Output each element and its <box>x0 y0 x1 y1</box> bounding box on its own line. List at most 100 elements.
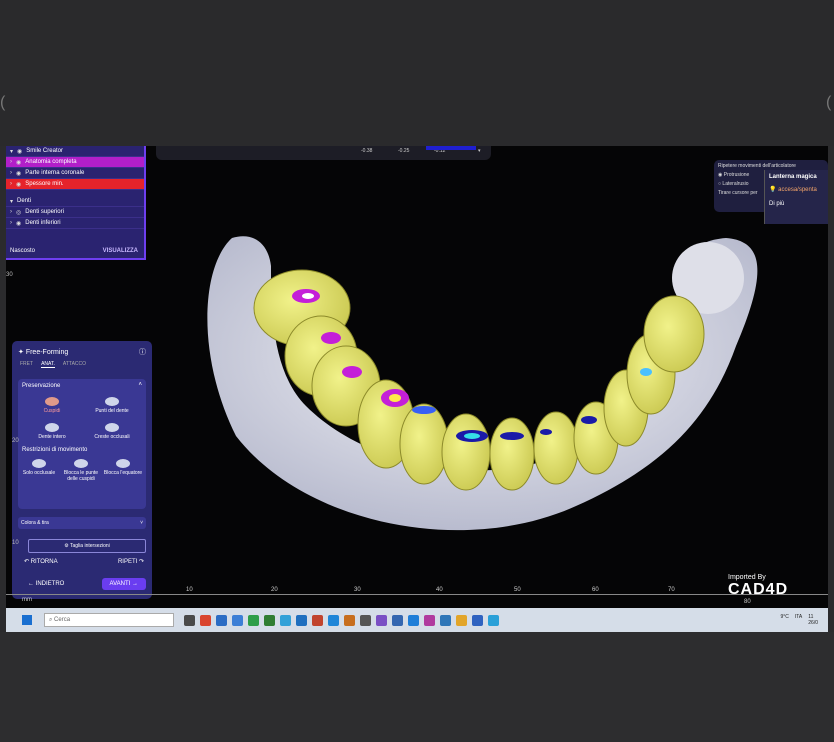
chevron-right-icon: › <box>10 209 12 215</box>
monitor-top <box>0 0 834 146</box>
button-label: INDIETRO <box>35 581 65 587</box>
task-view-icon[interactable] <box>184 614 195 626</box>
scene-item-parte-interna[interactable]: › ◉ Parte interna coronale <box>6 168 144 179</box>
clock[interactable]: 11 26/0 <box>808 614 818 626</box>
app-icon[interactable] <box>360 614 371 626</box>
app-icon[interactable] <box>232 614 243 626</box>
ruler-unit: mm <box>22 597 32 603</box>
ruler-tick: 60 <box>592 587 599 593</box>
app-icon[interactable] <box>488 614 499 626</box>
chevron-up-icon[interactable]: ˄ <box>138 382 142 388</box>
app-icon[interactable] <box>344 614 355 626</box>
browser-icon[interactable] <box>280 614 291 626</box>
eye-icon[interactable]: ◉ <box>16 181 21 188</box>
panel-title: Free-Forming <box>25 349 69 356</box>
articulator-title: Ripetere movimenti dell'articolatore <box>718 163 796 169</box>
app-icon[interactable] <box>440 614 451 626</box>
chevron-down-icon: ▾ <box>10 198 14 205</box>
option-label: Blocca l'equatore <box>103 470 143 476</box>
radio-label: Lateralrusio <box>722 181 749 187</box>
chevron-right-icon: › <box>10 181 12 187</box>
lantern-toggle[interactable]: 💡 accesa/spenta <box>769 186 824 193</box>
radio-label: Protrusione <box>723 172 750 178</box>
wand-icon: ✦ <box>18 349 24 356</box>
restrict-occlusale[interactable]: Solo occlusale <box>18 459 60 476</box>
lock-equator-icon <box>116 459 130 468</box>
scene-item-smile-creator[interactable]: ▾ ◉ Smile Creator <box>6 146 144 157</box>
color-pull-dropdown[interactable]: Colora & tira ˅ <box>18 517 146 529</box>
windows-start-icon[interactable] <box>22 615 32 625</box>
ruler-tick: 70 <box>668 587 675 593</box>
scene-item-anatomia[interactable]: › ◉ Anatomia completa <box>6 157 144 168</box>
scene-item-denti[interactable]: ▾ Denti <box>6 196 144 207</box>
watermark-logo: Imported By CAD4D <box>728 574 788 599</box>
language-indicator[interactable]: ITA <box>795 614 802 626</box>
eye-icon[interactable]: ◉ <box>17 148 22 155</box>
tab-fret[interactable]: FRET <box>20 361 33 368</box>
app-icon[interactable] <box>392 614 403 626</box>
scene-item-spessore[interactable]: › ◉ Spessore min. <box>6 179 144 190</box>
help-icon[interactable]: ⓘ <box>139 347 146 357</box>
bottom-ruler: mm 10 20 30 40 50 60 70 80 <box>6 587 828 608</box>
eye-icon[interactable]: ◉ <box>16 220 21 227</box>
app-icon[interactable] <box>376 614 387 626</box>
restrict-punte[interactable]: Blocca le punte delle cuspidi <box>60 459 102 482</box>
option-label: Creste occlusali <box>94 434 130 440</box>
app-icon[interactable] <box>424 614 435 626</box>
chevron-right-icon: › <box>10 170 12 176</box>
app-icon[interactable] <box>200 614 211 626</box>
tab-attacco[interactable]: ATTACCO <box>63 361 86 368</box>
app-icon[interactable] <box>312 614 323 626</box>
free-forming-panel: ✦ Free-Forming ⓘ FRET ANAT. ATTACCO Pres… <box>12 341 152 599</box>
lock-cusp-icon <box>74 459 88 468</box>
scene-item-denti-inferiori[interactable]: › ◉ Denti inferiori <box>6 218 144 229</box>
tooth-points-icon <box>105 397 119 406</box>
excel-icon[interactable] <box>264 614 275 626</box>
ruler-tick: 80 <box>744 599 751 605</box>
hidden-toggle[interactable]: Nascosto <box>10 248 35 254</box>
app-icon[interactable] <box>472 614 483 626</box>
cut-intersections-button[interactable]: ⚙ Taglia intersezioni <box>28 539 146 553</box>
option-creste[interactable]: Creste occlusali <box>84 423 140 440</box>
scene-item-label: Spessore min. <box>25 181 64 187</box>
app-icon[interactable] <box>456 614 467 626</box>
measure-bar: -0.38 -0.25 -0.12 ▾ <box>156 146 491 160</box>
option-punti[interactable]: Punti del dente <box>84 397 140 414</box>
eye-hidden-icon[interactable]: ◎ <box>16 209 21 216</box>
monitor-screen: ▾ ◉ Smile Creator › ◉ Anatomia completa › ◉ Pa… <box>6 146 828 632</box>
monitor-bezel-bottom <box>0 632 834 742</box>
back-button[interactable]: ← INDIETRO <box>22 578 70 590</box>
taskbar-apps <box>184 614 499 626</box>
scene-item-label: Smile Creator <box>26 148 63 154</box>
eye-icon[interactable]: ◉ <box>16 159 21 166</box>
chevron-right-icon: › <box>10 220 12 226</box>
measure-value: -0.38 <box>361 148 373 154</box>
tab-anat[interactable]: ANAT. <box>41 361 55 368</box>
scene-panel: ▾ ◉ Smile Creator › ◉ Anatomia completa › ◉ Pa… <box>6 146 146 260</box>
skype-icon[interactable] <box>328 614 339 626</box>
app-icon[interactable] <box>216 614 227 626</box>
app-icon[interactable] <box>296 614 307 626</box>
visualizza-button[interactable]: VISUALIZZA <box>103 248 138 254</box>
lantern-more-link[interactable]: Di più <box>769 201 824 207</box>
undo-button[interactable]: ↶ RITORNA <box>24 558 58 565</box>
eye-icon[interactable]: ◉ <box>16 170 21 177</box>
scene-item-label: Denti inferiori <box>25 220 61 226</box>
restrict-equatore[interactable]: Blocca l'equatore <box>102 459 144 476</box>
redo-button[interactable]: RIPETI ↷ <box>118 558 144 565</box>
option-cuspidi[interactable]: Cuspidi <box>24 397 80 414</box>
option-dente-intero[interactable]: Dente intero <box>24 423 80 440</box>
search-placeholder: Cerca <box>54 617 71 623</box>
weather-temp[interactable]: 9°C <box>780 614 788 626</box>
app-icon[interactable] <box>248 614 259 626</box>
scene-item-denti-superiori[interactable]: › ◎ Denti superiori <box>6 207 144 218</box>
next-button[interactable]: AVANTI → <box>101 578 146 590</box>
app-icon[interactable] <box>408 614 419 626</box>
taskbar-search[interactable]: ⌕ Cerca <box>44 613 174 627</box>
scene-item-label: Denti superiori <box>25 209 64 215</box>
ridges-icon <box>105 423 119 432</box>
button-label: Taglia intersezioni <box>70 543 110 549</box>
ruler-tick: 10 <box>186 587 193 593</box>
chevron-down-icon[interactable]: ▾ <box>478 148 481 154</box>
chevron-right-icon: › <box>10 159 12 165</box>
